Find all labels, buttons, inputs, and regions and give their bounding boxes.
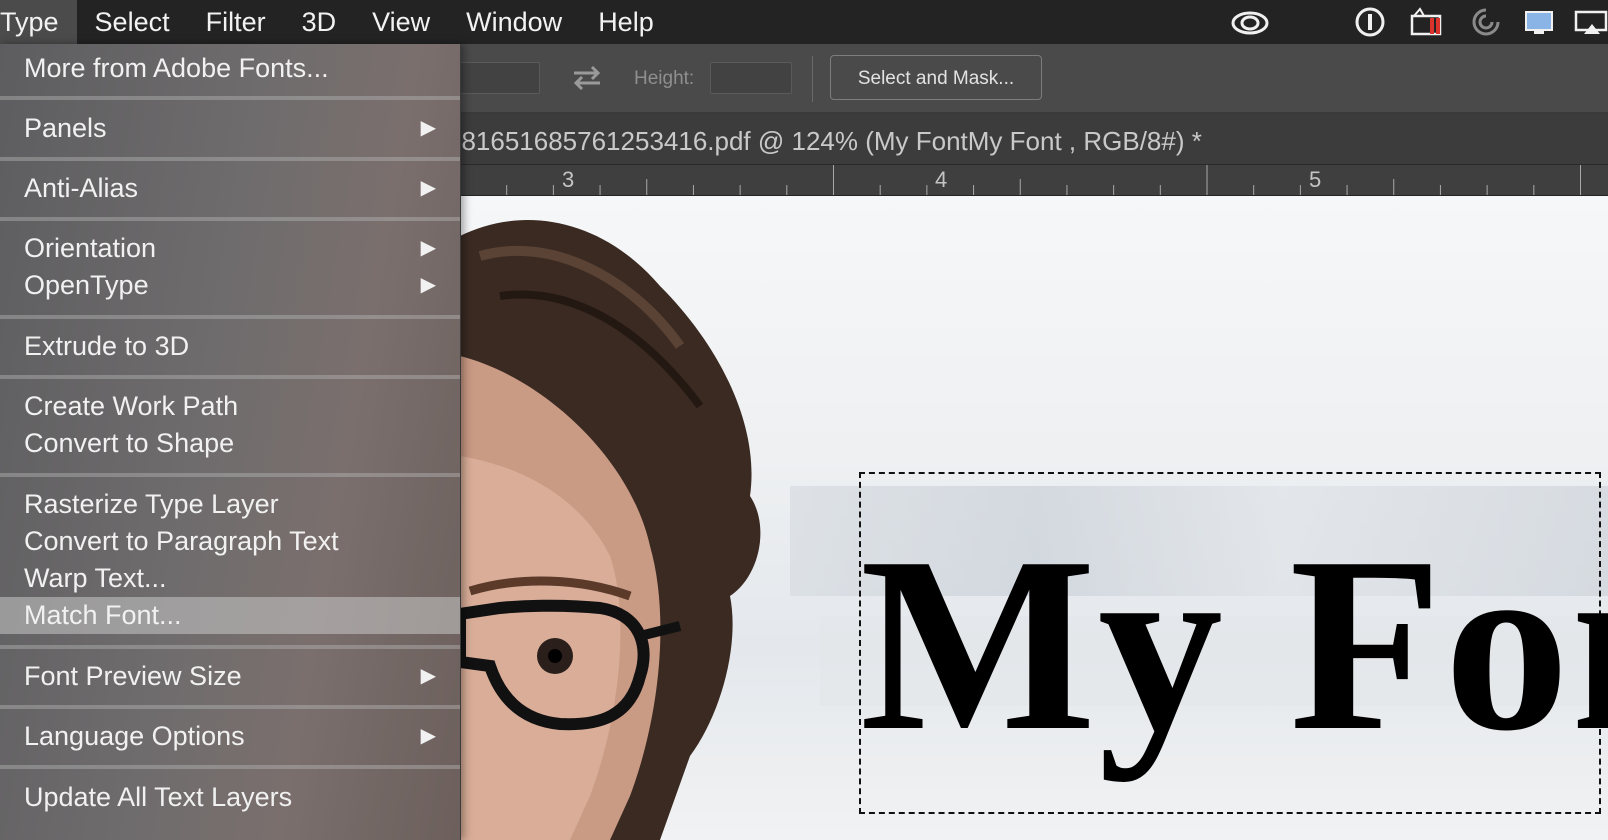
menu-separator [0,705,460,709]
menu-item-label: Create Work Path [24,391,239,421]
menu-3d[interactable]: 3D [284,0,355,44]
menu-item-label: Panels [24,113,107,143]
menu-item-label: Font Preview Size [24,661,242,691]
height-label: Height: [634,68,695,89]
submenu-arrow-icon: ▶ [420,725,436,747]
width-field[interactable] [452,62,540,94]
menu-separator [0,645,460,649]
menu-item-label: More from Adobe Fonts... [24,53,329,83]
menu-item-font-preview-size[interactable]: Font Preview Size ▶ [0,658,460,695]
menu-item-convert-to-shape[interactable]: Convert to Shape [0,425,460,462]
submenu-arrow-icon: ▶ [420,237,436,259]
menu-item-match-font[interactable]: Match Font... [0,597,460,634]
type-menu-dropdown: More from Adobe Fonts... Panels ▶ Anti-A… [0,44,461,840]
menu-item-label: Anti-Alias [24,173,139,203]
menu-item-label: Orientation [24,233,157,263]
ruler-label-3: 3 [562,167,575,192]
submenu-arrow-icon: ▶ [420,117,436,139]
airplay-icon[interactable] [1572,6,1608,38]
menu-item-anti-alias[interactable]: Anti-Alias ▶ [0,170,460,207]
screen-share-icon[interactable] [1522,6,1562,38]
toolbox-icon[interactable] [1408,6,1448,38]
menu-item-label: Convert to Shape [24,428,235,458]
menu-item-create-work-path[interactable]: Create Work Path [0,388,460,425]
menu-item-update-all-text-layers[interactable]: Update All Text Layers [0,779,460,816]
select-and-mask-button[interactable]: Select and Mask... [830,55,1042,100]
menu-item-extrude-to-3d[interactable]: Extrude to 3D [0,328,460,365]
menu-item-convert-to-paragraph-text[interactable]: Convert to Paragraph Text [0,523,460,560]
swap-dimensions-icon[interactable] [570,64,604,92]
menu-view[interactable]: View [354,0,448,44]
menu-separator [0,96,460,100]
submenu-arrow-icon: ▶ [420,665,436,687]
menu-item-language-options[interactable]: Language Options ▶ [0,718,460,755]
menu-item-label: Convert to Paragraph Text [24,526,339,556]
submenu-arrow-icon: ▶ [420,177,436,199]
submenu-arrow-icon: ▶ [420,274,436,296]
menu-item-label: Rasterize Type Layer [24,489,279,519]
sync-icon[interactable] [1466,6,1506,38]
menu-separator [0,473,460,477]
onepassword-icon[interactable] [1350,6,1390,38]
ruler-label-5: 5 [1309,167,1322,192]
menu-item-panels[interactable]: Panels ▶ [0,110,460,147]
menu-separator [0,217,460,221]
menu-item-label: Extrude to 3D [24,331,190,361]
document-tab-title[interactable]: 581651685761253416.pdf @ 124% (My FontMy… [447,126,1202,157]
menu-item-label: Warp Text... [24,563,167,593]
portrait-image [460,220,761,840]
menu-separator [0,765,460,769]
menu-item-rasterize-type-layer[interactable]: Rasterize Type Layer [0,486,460,523]
menu-item-orientation[interactable]: Orientation ▶ [0,230,460,267]
menu-type[interactable]: Type [0,0,77,44]
options-separator [812,56,813,102]
creative-cloud-icon[interactable] [1230,6,1270,38]
canvas-text-layer[interactable]: My Font [860,500,1608,790]
menu-item-label: OpenType [24,270,149,300]
ruler-label-4: 4 [935,167,948,192]
menu-item-label: Match Font... [24,600,182,630]
menu-separator [0,157,460,161]
menu-item-warp-text[interactable]: Warp Text... [0,560,460,597]
menu-item-opentype[interactable]: OpenType ▶ [0,267,460,304]
menu-item-more-from-adobe-fonts[interactable]: More from Adobe Fonts... [0,50,460,87]
menu-window[interactable]: Window [448,0,580,44]
menu-item-label: Update All Text Layers [24,782,293,812]
menu-separator [0,375,460,379]
menu-help[interactable]: Help [580,0,672,44]
menu-separator [0,315,460,319]
menu-select[interactable]: Select [77,0,188,44]
height-field[interactable] [710,62,792,94]
menu-filter[interactable]: Filter [188,0,284,44]
menu-item-label: Language Options [24,721,245,751]
